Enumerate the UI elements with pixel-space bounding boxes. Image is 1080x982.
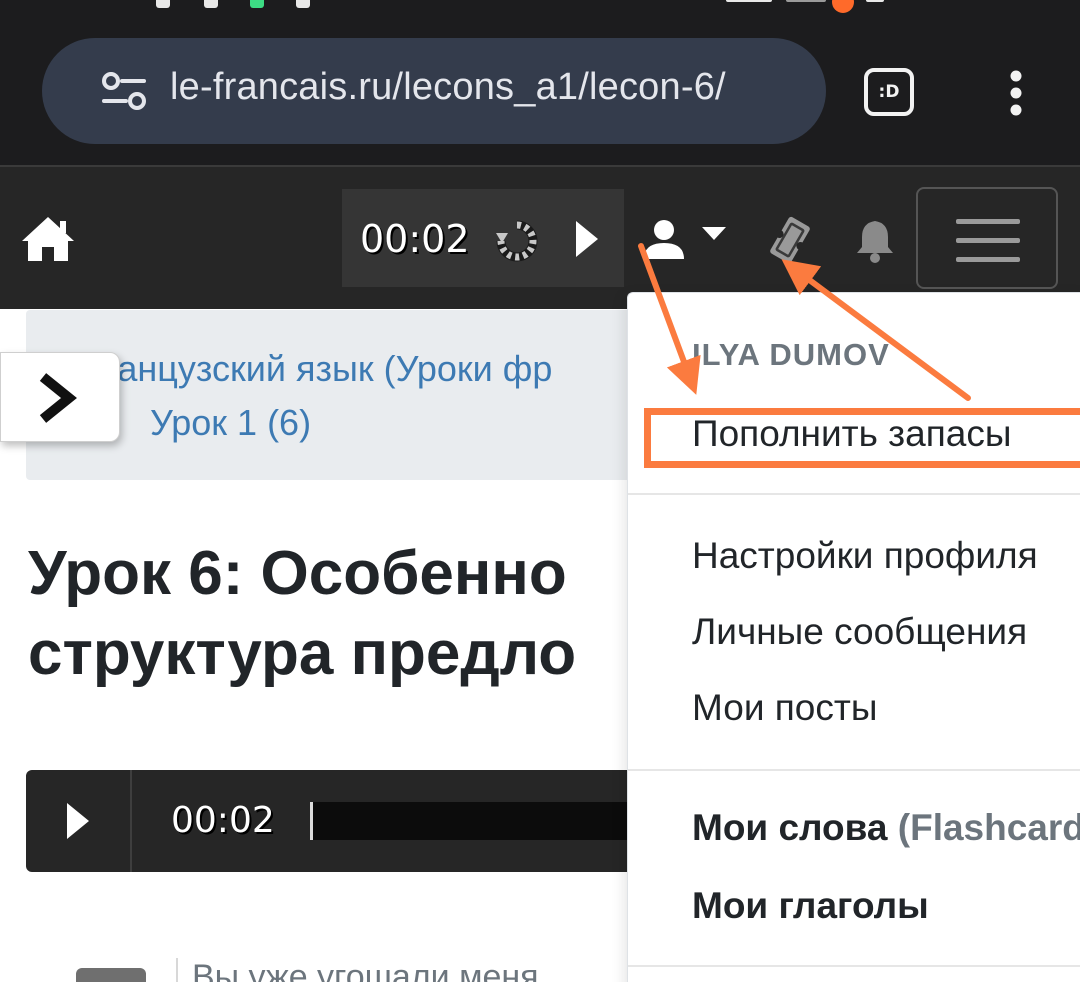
avatar xyxy=(76,968,146,982)
side-panel-toggle-button[interactable] xyxy=(0,352,120,442)
more-options-icon[interactable] xyxy=(1004,70,1028,116)
chevron-down-icon[interactable] xyxy=(702,227,726,241)
hamburger-menu-button[interactable] xyxy=(916,187,1058,289)
page-title: Урок 6: Особенно структура предло xyxy=(28,534,628,694)
ticket-icon[interactable] xyxy=(764,215,816,265)
menu-divider xyxy=(628,769,1080,771)
hamburger-line xyxy=(956,219,1020,224)
status-icon xyxy=(204,0,218,8)
user-icon[interactable] xyxy=(642,219,686,259)
user-dropdown-menu: ILYA DUMOV Пополнить запасы Настройки пр… xyxy=(627,292,1080,982)
site-navbar: 00:02 xyxy=(0,165,1080,309)
reset-timer-icon[interactable] xyxy=(494,219,540,263)
menu-item-flashcards-label: Мои слова xyxy=(692,807,888,848)
play-icon[interactable] xyxy=(66,802,90,840)
address-bar[interactable]: le-francais.ru/lecons_a1/lecon-6/ xyxy=(42,38,826,144)
menu-item-my-verbs[interactable]: Мои глаголы xyxy=(692,885,929,927)
status-icon xyxy=(786,0,826,2)
extension-icon[interactable]: :D xyxy=(864,68,914,116)
comment-divider xyxy=(176,958,178,982)
menu-item-profile-settings[interactable]: Настройки профиля xyxy=(692,535,1038,577)
status-icon xyxy=(156,0,170,8)
breadcrumb-parent-link[interactable]: Французский язык (Уроки фр xyxy=(70,348,552,390)
menu-item-flashcards[interactable]: Мои слова (Flashcard xyxy=(692,807,1080,849)
status-icon xyxy=(866,0,884,2)
bell-icon[interactable] xyxy=(854,219,896,263)
audio-player: 00:02 xyxy=(26,770,640,872)
hamburger-line xyxy=(956,238,1020,243)
lesson-timer: 00:02 xyxy=(342,189,624,287)
page-title-line: Урок 6: Особенно xyxy=(28,539,567,608)
url-text[interactable]: le-francais.ru/lecons_a1/lecon-6/ xyxy=(170,66,726,109)
browser-chrome: le-francais.ru/lecons_a1/lecon-6/ :D xyxy=(0,0,1080,165)
home-icon[interactable] xyxy=(20,215,76,263)
audio-current-time: 00:02 xyxy=(171,800,275,841)
highlight-box xyxy=(644,408,1080,468)
menu-divider xyxy=(628,493,1080,495)
status-icon xyxy=(296,0,310,8)
breadcrumb-current-link[interactable]: Урок 1 (6) xyxy=(150,402,311,444)
site-settings-icon[interactable] xyxy=(102,72,146,110)
page-title-line: структура предло xyxy=(28,619,577,688)
comment-preview-text: Вы уже угошали меня xyxy=(192,958,539,982)
dropdown-username: ILYA DUMOV xyxy=(692,337,890,372)
status-icon xyxy=(250,0,264,8)
chevron-right-icon xyxy=(39,373,77,423)
menu-item-flashcards-suffix: (Flashcard xyxy=(897,807,1080,848)
hamburger-line xyxy=(956,257,1020,262)
timer-play-icon[interactable] xyxy=(574,219,600,259)
menu-divider xyxy=(628,965,1080,967)
audio-progress-bar[interactable] xyxy=(310,802,640,840)
audio-divider xyxy=(130,770,132,872)
menu-item-my-posts[interactable]: Мои посты xyxy=(692,687,877,729)
menu-item-messages[interactable]: Личные сообщения xyxy=(692,611,1027,653)
timer-text: 00:02 xyxy=(360,217,470,261)
status-bar xyxy=(0,0,1080,13)
status-icon xyxy=(726,0,772,2)
status-icon xyxy=(832,0,854,13)
